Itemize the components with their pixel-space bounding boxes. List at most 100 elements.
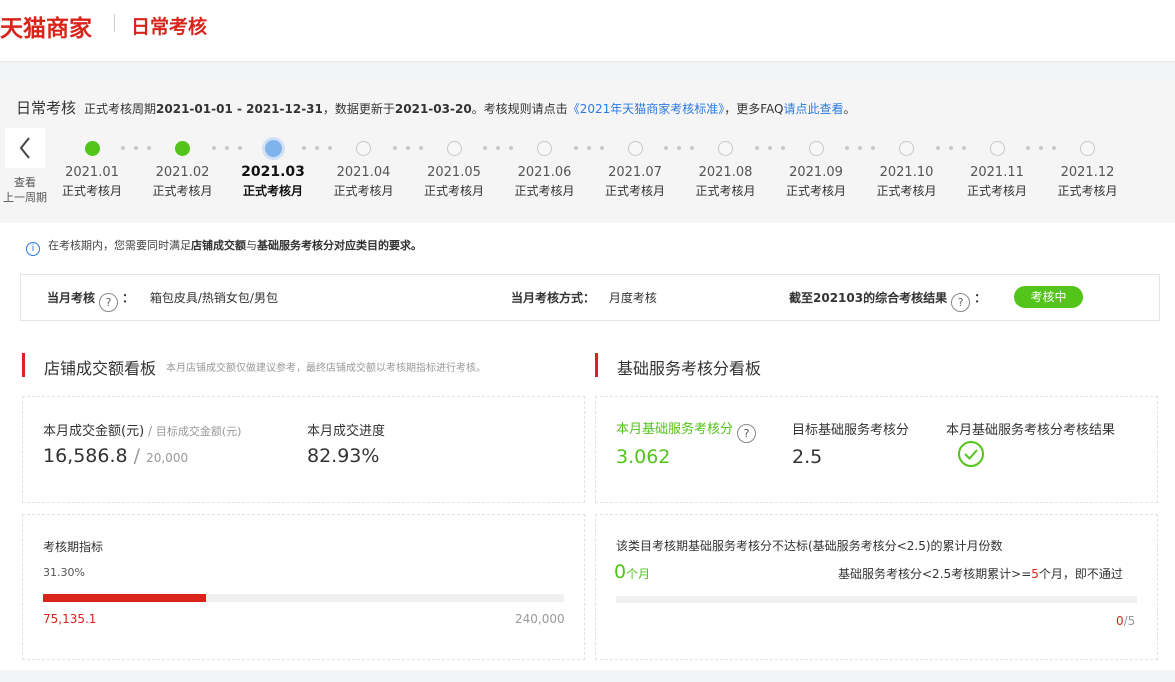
- sales-board-title: 店铺成交额看板: [44, 359, 157, 378]
- month-item-2021.05[interactable]: 2021.05 正式考核月: [414, 163, 494, 201]
- month-dot-2021.08[interactable]: [718, 140, 733, 156]
- period-target-percent: 31.30%: [43, 566, 85, 579]
- timeline-connector-dot: [237, 146, 242, 150]
- fail-months-count: 0个月: [614, 561, 651, 583]
- month-dot-2021.04[interactable]: [356, 140, 371, 156]
- help-icon[interactable]: ?: [951, 293, 971, 312]
- timeline-connector-dot: [315, 146, 319, 150]
- timeline-connector-dot: [328, 146, 332, 150]
- timeline-connector-dot: [121, 146, 125, 150]
- month-dot-2021.10[interactable]: [899, 140, 914, 156]
- month-label: 2021.12: [1060, 165, 1115, 180]
- period-progress-bar: [43, 594, 564, 602]
- info-icon: i: [26, 242, 40, 256]
- timeline-connector-dot: [211, 146, 216, 150]
- period-summary: 日常考核 正式考核周期2021-01-01 - 2021-12-31，数据更新于2…: [16, 99, 856, 117]
- month-item-2021.08[interactable]: 2021.08 正式考核月: [686, 163, 766, 201]
- month-status: 正式考核月: [333, 184, 394, 198]
- period-target-card: [22, 514, 585, 660]
- fail-progress-bar: [616, 596, 1137, 603]
- month-label: 2021.04: [336, 165, 391, 180]
- service-score-value: 3.062: [616, 446, 671, 468]
- timeline-connector-dot: [1026, 146, 1030, 150]
- category-value: 箱包皮具/热销女包/男包: [149, 291, 278, 305]
- month-label: 2021.08: [698, 165, 753, 180]
- month-item-2021.02[interactable]: 2021.02 正式考核月: [143, 163, 223, 201]
- sales-amount: 16,586.8: [43, 445, 128, 467]
- header-gap: [0, 62, 1175, 80]
- month-dot-2021.01[interactable]: [84, 140, 100, 156]
- month-status: 正式考核月: [514, 184, 575, 198]
- timeline-connector-dot: [677, 146, 681, 150]
- month-item-2021.03[interactable]: 2021.03 正式考核月: [233, 163, 313, 201]
- timeline-connector-dot: [134, 146, 138, 150]
- month-item-2021.11[interactable]: 2021.11 正式考核月: [957, 163, 1037, 201]
- service-score-label: 本月基础服务考核分?: [616, 418, 760, 443]
- top-header: 天猫商家 日常考核: [0, 0, 1175, 62]
- month-status: 正式考核月: [785, 184, 846, 198]
- month-label: 2021.09: [789, 165, 843, 180]
- timeline-connector-dot: [302, 146, 306, 150]
- month-item-2021.04[interactable]: 2021.04 正式考核月: [324, 163, 404, 201]
- month-item-2021.12[interactable]: 2021.12 正式考核月: [1048, 163, 1128, 201]
- month-dot-2021.06[interactable]: [537, 140, 552, 156]
- status-badge: 考核中: [1014, 286, 1083, 308]
- month-label: 2021.06: [517, 165, 572, 180]
- current-month-assessment: 当月考核?： 箱包皮具/热销女包/男包: [47, 289, 278, 312]
- month-status: 正式考核月: [61, 184, 122, 198]
- month-label: 2021.11: [970, 165, 1024, 180]
- brand-logo[interactable]: 天猫商家: [0, 9, 92, 43]
- timeline-connector-dot: [1039, 146, 1043, 150]
- month-item-2021.10[interactable]: 2021.10 正式考核月: [867, 163, 947, 201]
- month-status: 正式考核月: [423, 184, 484, 198]
- month-item-2021.09[interactable]: 2021.09 正式考核月: [776, 163, 856, 201]
- month-item-2021.07[interactable]: 2021.07 正式考核月: [595, 163, 675, 201]
- timeline-connector-dot: [418, 146, 423, 150]
- month-status: 正式考核月: [695, 184, 756, 198]
- section-marker: [595, 353, 598, 377]
- month-item-2021.06[interactable]: 2021.06 正式考核月: [505, 163, 585, 201]
- assessment-method: 当月考核方式： 月度考核: [511, 291, 657, 305]
- month-dot-2021.11[interactable]: [989, 140, 1005, 156]
- fail-rule-text: 基础服务考核分<2.5考核期累计>=5个月，即不通过: [838, 567, 1123, 581]
- month-dot-2021.05[interactable]: [446, 140, 462, 156]
- month-dot-2021.12[interactable]: [1080, 140, 1095, 156]
- timeline-connector-dot: [483, 146, 487, 150]
- period-range: 2021-01-01 - 2021-12-31: [156, 102, 323, 116]
- update-date: 2021-03-20: [394, 102, 472, 116]
- timeline-connector-dot: [935, 146, 940, 150]
- timeline-connector-dot: [586, 146, 591, 150]
- rule-standard-link[interactable]: 《2021年天猫商家考核标准》: [568, 102, 725, 116]
- month-dot-2021.03[interactable]: [264, 139, 282, 157]
- month-dot-2021.07[interactable]: [627, 140, 643, 156]
- sales-target: 20,000: [146, 451, 189, 465]
- timeline-connector-dot: [599, 146, 604, 150]
- timeline-connector-dot: [845, 146, 849, 150]
- month-status: 正式考核月: [876, 184, 937, 198]
- timeline-connector-dot: [754, 146, 759, 150]
- help-icon[interactable]: ?: [99, 293, 119, 312]
- timeline-connector-dot: [573, 146, 578, 150]
- month-dot-2021.02[interactable]: [175, 140, 190, 156]
- period-title: 日常考核: [16, 99, 77, 117]
- timeline-connector-dot: [948, 146, 953, 150]
- month-label: 2021.02: [155, 165, 210, 180]
- service-score-card: [595, 396, 1158, 503]
- month-status: 正式考核月: [242, 184, 303, 198]
- month-status: 正式考核月: [604, 184, 665, 198]
- faq-link[interactable]: 请点此查看: [783, 102, 843, 116]
- help-icon[interactable]: ?: [737, 424, 757, 443]
- page-title: 日常考核: [131, 16, 208, 38]
- timeline-connector-dot: [147, 146, 151, 150]
- month-dot-2021.09[interactable]: [808, 140, 824, 156]
- month-status: 正式考核月: [1057, 184, 1118, 198]
- period-target-label: 考核期指标: [43, 540, 104, 554]
- service-result-label: 本月基础服务考核分考核结果: [946, 423, 1116, 438]
- previous-period-button[interactable]: [5, 128, 45, 168]
- previous-period-label[interactable]: 查看 上一周期: [0, 175, 50, 205]
- timeline-connector-dot: [224, 146, 229, 150]
- sales-board-note: 本月店铺成交额仅做建议参考，最终店铺成交额以考核期指标进行考核。: [166, 363, 486, 374]
- month-item-2021.01[interactable]: 2021.01 正式考核月: [52, 163, 132, 201]
- period-current-value: 75,135.1: [43, 612, 97, 626]
- month-label: 2021.01: [65, 165, 119, 180]
